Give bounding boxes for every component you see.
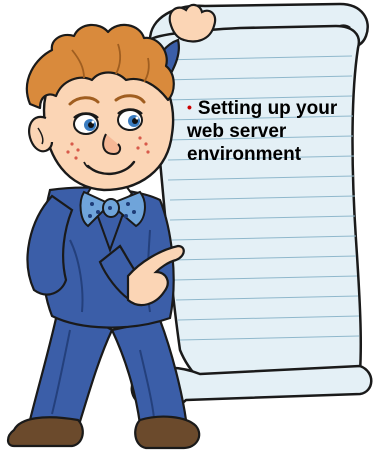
scroll-bullet-text: • Setting up your web server environment: [187, 96, 347, 166]
bullet-icon: •: [187, 99, 192, 115]
bullet-text: Setting up your web server environment: [187, 98, 338, 165]
clipart-illustration: [6, 2, 373, 450]
